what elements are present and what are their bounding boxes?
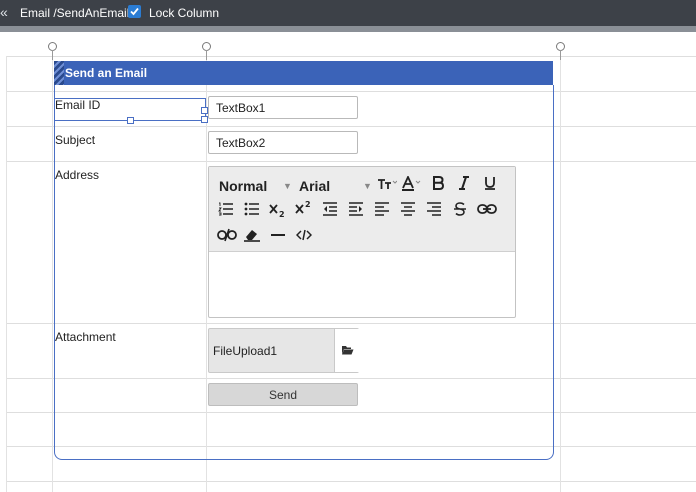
lock-column-checkbox[interactable] [128,5,141,18]
toolbar-divider [0,26,696,32]
column-marker-stem [206,50,207,60]
editor-toolbar: Normal ▼ Arial ▼ 2 2 [209,167,515,252]
svg-text:2: 2 [279,210,285,218]
resize-handle[interactable] [201,107,208,114]
bold-icon[interactable] [429,174,447,192]
link-icon[interactable] [477,200,497,218]
subject-textbox[interactable]: TextBox2 [208,131,358,154]
align-right-icon[interactable] [425,200,443,218]
grid-line [6,56,696,57]
chevron-down-icon: ▼ [363,181,372,191]
resize-handle[interactable] [127,117,134,124]
lock-column-label: Lock Column [149,6,220,20]
folder-open-icon [342,346,354,355]
address-label: Address [55,168,100,182]
subscript-icon[interactable]: 2 [269,201,287,219]
resize-handle[interactable] [201,116,208,123]
format-dropdown[interactable]: Normal ▼ [219,178,292,194]
file-upload[interactable]: FileUpload1 [208,328,359,373]
italic-icon[interactable] [455,174,473,192]
align-center-icon[interactable] [399,200,417,218]
top-toolbar: « Email /SendAnEmail Lock Column [0,0,696,26]
format-dropdown-value: Normal [219,178,268,194]
ordered-list-icon[interactable] [217,200,235,218]
grid-line [6,481,696,482]
horizontal-rule-icon[interactable] [269,226,287,244]
unlink-icon[interactable] [217,226,237,244]
outdent-icon[interactable] [321,200,339,218]
align-left-icon[interactable] [373,200,391,218]
collapse-left-icon[interactable]: « [0,4,8,20]
email-textbox-value: TextBox1 [216,101,266,115]
indent-icon[interactable] [347,200,365,218]
rich-text-editor[interactable]: Normal ▼ Arial ▼ 2 2 [208,166,516,318]
browse-button[interactable] [334,329,359,372]
column-marker-stem [52,50,53,60]
font-dropdown[interactable]: Arial ▼ [299,178,372,194]
svg-text:2: 2 [305,200,311,209]
drag-handle-icon[interactable] [54,61,64,85]
clear-format-icon[interactable] [243,226,263,244]
source-code-icon[interactable] [295,226,313,244]
panel-title: Send an Email [65,66,148,80]
email-textbox[interactable]: TextBox1 [208,96,358,119]
subject-textbox-value: TextBox2 [216,136,266,150]
panel-header: Send an Email [54,61,553,85]
breadcrumb: Email /SendAnEmail [20,6,130,20]
subject-label: Subject [55,133,96,147]
bullet-list-icon[interactable] [243,200,261,218]
send-button-label: Send [268,388,298,402]
file-upload-label: FileUpload1 [213,344,278,358]
superscript-icon[interactable]: 2 [295,199,313,217]
column-marker-stem [560,50,561,60]
editor-content-area[interactable] [209,252,515,317]
font-dropdown-value: Arial [299,178,331,194]
send-button[interactable]: Send [208,383,358,406]
grid-column-line [6,56,7,492]
font-color-icon[interactable] [401,175,423,193]
strikethrough-icon[interactable] [451,200,469,218]
font-size-icon[interactable] [377,175,397,193]
underline-icon[interactable] [481,174,499,192]
attachment-label: Attachment [55,330,116,344]
grid-column-line [52,56,53,492]
chevron-down-icon: ▼ [283,181,292,191]
grid-column-line [560,56,561,492]
